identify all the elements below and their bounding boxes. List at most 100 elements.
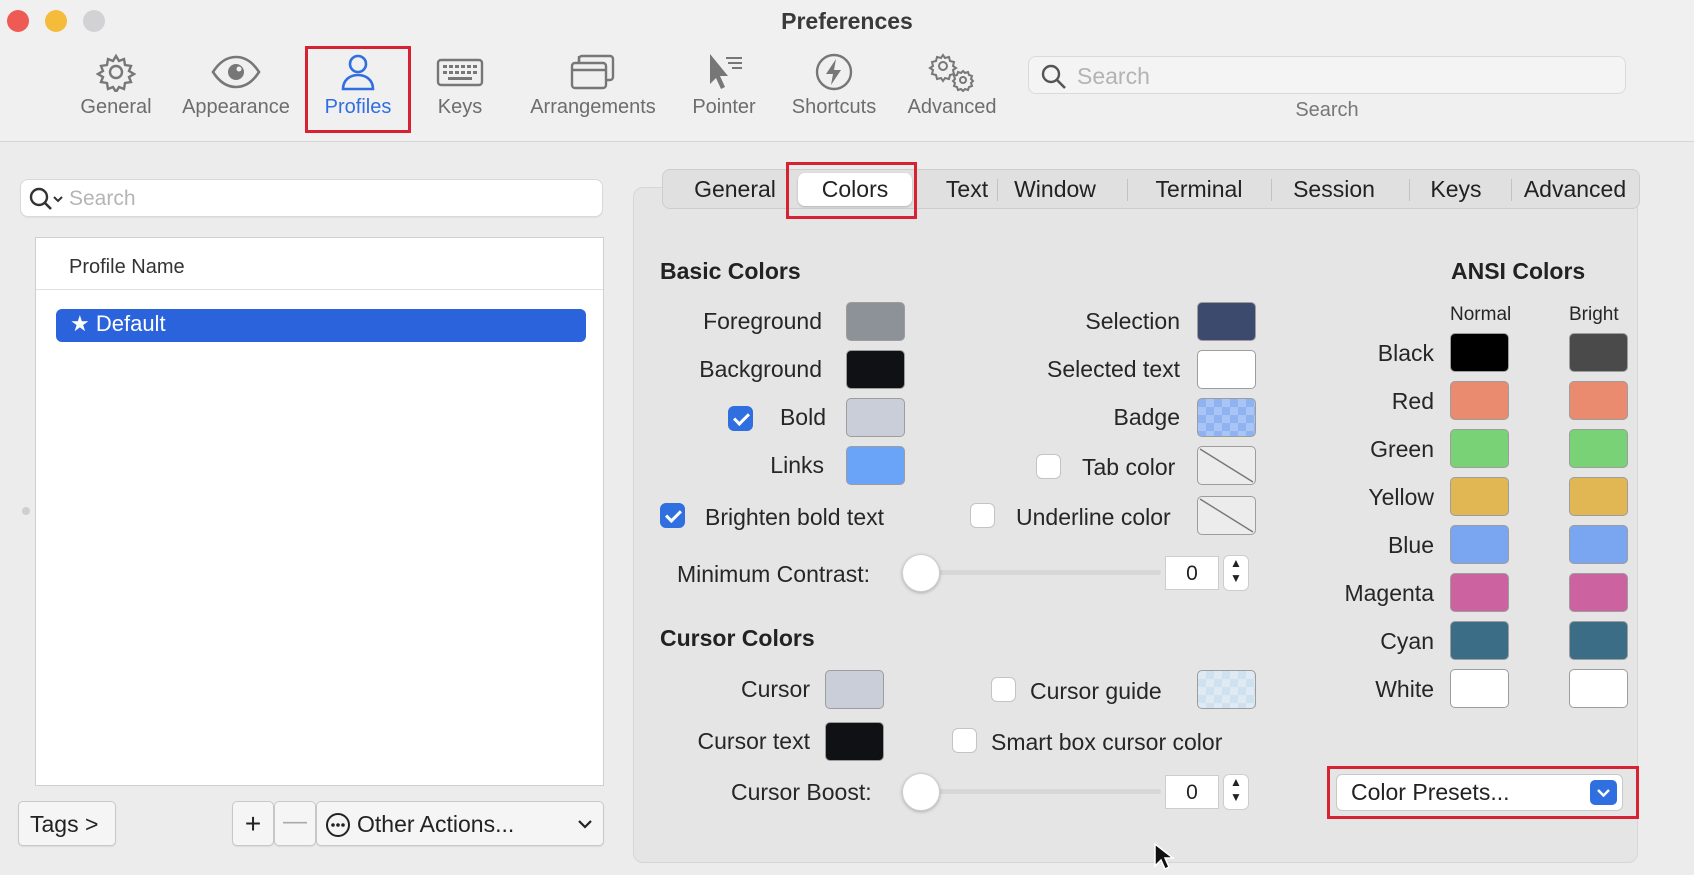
toolbar-keys[interactable]: Keys <box>424 52 496 124</box>
cursor-guide-checkbox[interactable] <box>991 677 1016 702</box>
ansi-normal-column-label: Normal <box>1450 304 1512 325</box>
bold-checkbox[interactable] <box>728 406 753 431</box>
tab-keys[interactable]: Keys <box>1413 170 1499 208</box>
selected-text-color-well[interactable] <box>1197 350 1256 389</box>
cursor-guide-label: Cursor guide <box>1030 678 1162 704</box>
toolbar-search-label: Search <box>1295 99 1359 121</box>
stepper-down-icon[interactable]: ▼ <box>1230 790 1242 804</box>
tab-terminal[interactable]: Terminal <box>1131 170 1267 208</box>
no-color-slash-icon <box>1199 498 1254 533</box>
selection-label: Selection <box>1085 308 1180 334</box>
cursor-boost-value[interactable]: 0 <box>1165 775 1219 809</box>
toolbar-search-field[interactable] <box>1028 56 1626 94</box>
tab-colors[interactable]: Colors <box>798 173 912 206</box>
profile-list: Profile Name ★ Default <box>35 237 604 786</box>
stepper-up-icon[interactable]: ▲ <box>1230 775 1242 789</box>
background-color-well[interactable] <box>846 350 905 389</box>
toolbar-pointer-label: Pointer <box>692 96 756 118</box>
keyboard-icon <box>436 58 484 87</box>
ansi-bright-column-label: Bright <box>1569 304 1619 325</box>
min-contrast-slider-track[interactable] <box>921 570 1161 575</box>
search-menu-icon[interactable] <box>29 187 65 213</box>
profile-search-input[interactable] <box>69 186 589 212</box>
links-color-well[interactable] <box>846 446 905 485</box>
tab-window[interactable]: Window <box>1001 170 1109 208</box>
search-icon <box>1041 64 1066 89</box>
underline-color-checkbox[interactable] <box>970 503 995 528</box>
tab-general[interactable]: General <box>679 170 791 208</box>
split-view-handle[interactable] <box>22 507 30 515</box>
ansi-red-bright-well[interactable] <box>1569 381 1628 420</box>
min-contrast-stepper[interactable]: ▲ ▼ <box>1223 555 1249 591</box>
cursor-boost-slider-track[interactable] <box>921 789 1161 794</box>
toolbar-pointer[interactable]: Pointer <box>686 52 762 124</box>
remove-profile-button[interactable]: — <box>274 801 316 846</box>
ansi-white-normal-well[interactable] <box>1450 669 1509 708</box>
stepper-down-icon[interactable]: ▼ <box>1230 571 1242 585</box>
cursor-boost-stepper[interactable]: ▲ ▼ <box>1223 774 1249 810</box>
ansi-green-normal-well[interactable] <box>1450 429 1509 468</box>
chevron-down-icon <box>578 820 592 829</box>
tab-color-well[interactable] <box>1197 446 1256 485</box>
profile-row-default[interactable]: ★ Default <box>56 309 586 342</box>
background-label: Background <box>699 356 822 382</box>
toolbar-profiles[interactable]: Profiles <box>312 52 404 124</box>
ansi-cyan-normal-well[interactable] <box>1450 621 1509 660</box>
bold-color-well[interactable] <box>846 398 905 437</box>
toolbar-appearance[interactable]: Appearance <box>176 52 296 124</box>
ansi-yellow-bright-well[interactable] <box>1569 477 1628 516</box>
smart-box-cursor-label: Smart box cursor color <box>991 729 1223 755</box>
foreground-color-well[interactable] <box>846 302 905 341</box>
other-actions-menu[interactable]: Other Actions... <box>316 801 604 846</box>
ansi-yellow-normal-well[interactable] <box>1450 477 1509 516</box>
tab-advanced[interactable]: Advanced <box>1515 170 1635 208</box>
ansi-black-normal-well[interactable] <box>1450 333 1509 372</box>
cursor-text-color-well[interactable] <box>825 722 884 761</box>
tab-session[interactable]: Session <box>1275 170 1393 208</box>
cursor-boost-slider-knob[interactable] <box>902 773 940 811</box>
tab-separator <box>1409 179 1410 201</box>
ansi-magenta-label: Magenta <box>1344 580 1434 606</box>
ansi-white-bright-well[interactable] <box>1569 669 1628 708</box>
min-contrast-slider-knob[interactable] <box>902 554 940 592</box>
toolbar-search-input[interactable] <box>1077 63 1607 89</box>
toolbar-appearance-label: Appearance <box>182 96 290 118</box>
tab-separator <box>1127 179 1128 201</box>
toolbar-advanced[interactable]: Advanced <box>904 52 1000 124</box>
ansi-black-bright-well[interactable] <box>1569 333 1628 372</box>
badge-color-well[interactable] <box>1197 398 1256 437</box>
ansi-red-normal-well[interactable] <box>1450 381 1509 420</box>
tab-separator <box>1271 179 1272 201</box>
cursor-colors-heading: Cursor Colors <box>660 625 815 651</box>
windows-icon <box>570 54 615 90</box>
ansi-green-bright-well[interactable] <box>1569 429 1628 468</box>
min-contrast-value[interactable]: 0 <box>1165 556 1219 590</box>
cursor-boost-label: Cursor Boost: <box>731 779 872 805</box>
brighten-bold-checkbox[interactable] <box>660 503 685 528</box>
profile-name-column-header[interactable]: Profile Name <box>36 238 603 290</box>
toolbar-general[interactable]: General <box>72 52 160 124</box>
selection-color-well[interactable] <box>1197 302 1256 341</box>
smart-box-cursor-checkbox[interactable] <box>952 728 977 753</box>
color-presets-popup[interactable]: Color Presets... <box>1336 774 1623 811</box>
toolbar-arrangements[interactable]: Arrangements <box>520 52 666 124</box>
tab-color-checkbox[interactable] <box>1036 454 1061 479</box>
ellipsis-circle-icon <box>326 813 350 837</box>
stepper-up-icon[interactable]: ▲ <box>1230 556 1242 570</box>
add-profile-button[interactable]: + <box>232 801 274 846</box>
badge-label: Badge <box>1113 404 1180 430</box>
cursor-guide-color-well[interactable] <box>1197 670 1256 709</box>
basic-colors-heading: Basic Colors <box>660 258 801 284</box>
ansi-magenta-normal-well[interactable] <box>1450 573 1509 612</box>
ansi-cyan-bright-well[interactable] <box>1569 621 1628 660</box>
tags-button[interactable]: Tags > <box>18 801 116 846</box>
cursor-color-well[interactable] <box>825 670 884 709</box>
ansi-blue-bright-well[interactable] <box>1569 525 1628 564</box>
profile-search-field[interactable] <box>20 179 603 217</box>
color-presets-label: Color Presets... <box>1351 779 1510 805</box>
ansi-magenta-bright-well[interactable] <box>1569 573 1628 612</box>
toolbar-shortcuts[interactable]: Shortcuts <box>784 52 884 124</box>
ansi-blue-normal-well[interactable] <box>1450 525 1509 564</box>
underline-color-well[interactable] <box>1197 496 1256 535</box>
lightning-icon <box>815 53 853 91</box>
